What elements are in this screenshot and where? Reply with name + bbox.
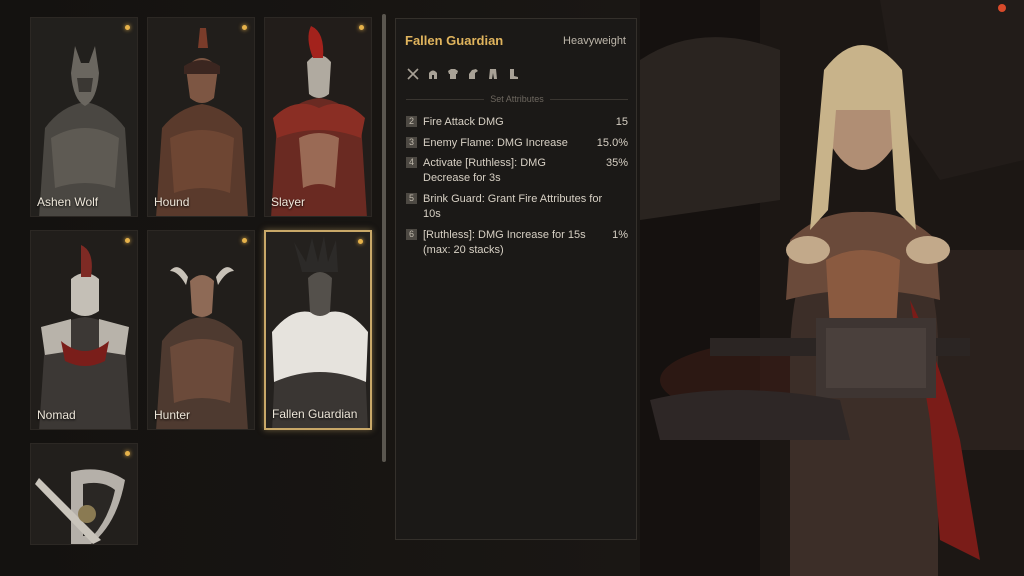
gloves-icon — [469, 69, 478, 79]
new-indicator-dot — [125, 451, 130, 456]
set-attribute-row: 6 [Ruthless]: DMG Increase for 15s (max:… — [406, 228, 628, 260]
new-indicator-dot — [359, 25, 364, 30]
attribute-value: 15 — [615, 116, 628, 128]
set-name: Fallen Guardian — [405, 33, 504, 48]
new-indicator-dot — [125, 238, 130, 243]
new-indicator-dot — [358, 239, 363, 244]
character-model-render — [640, 0, 1024, 576]
hunter-portrait — [148, 231, 254, 429]
card-name: Fallen Guardian — [272, 407, 358, 421]
piece-count-badge: 5 — [406, 193, 417, 204]
character-preview[interactable] — [640, 0, 1024, 576]
piece-count-badge: 3 — [406, 137, 417, 148]
boots-icon — [510, 69, 518, 79]
card-name: Hound — [154, 195, 190, 209]
card-name: Slayer — [271, 195, 306, 209]
weapon-emblem-portrait — [31, 444, 137, 544]
set-attribute-row: 3 Enemy Flame: DMG Increase 15.0% — [406, 136, 628, 152]
armor-card-ashen-wolf[interactable]: Ashen Wolf — [30, 17, 138, 217]
nomad-portrait — [31, 231, 137, 429]
armor-card-slayer[interactable]: Slayer — [264, 17, 372, 217]
fallen-guardian-portrait — [266, 232, 370, 428]
set-attributes-header: Set Attributes — [406, 94, 628, 104]
set-weight-class: Heavyweight — [563, 35, 626, 47]
attribute-value: 1% — [612, 229, 628, 241]
new-indicator-dot — [242, 25, 247, 30]
card-name: Nomad — [37, 408, 76, 422]
attribute-value: 35% — [605, 157, 628, 169]
new-indicator-dot — [125, 25, 130, 30]
armor-card-hunter[interactable]: Hunter — [147, 230, 255, 430]
ashen-wolf-portrait — [31, 18, 137, 216]
set-attribute-row: 5 Brink Guard: Grant Fire Attributes for… — [406, 192, 628, 224]
attribute-text: Activate [Ruthless]: DMG Decrease for 3s — [423, 157, 546, 184]
attribute-value: 15.0% — [596, 137, 628, 149]
attribute-text: Brink Guard: Grant Fire Attributes for 1… — [423, 193, 603, 220]
set-attribute-row: 4 Activate [Ruthless]: DMG Decrease for … — [406, 156, 628, 188]
pants-icon — [489, 69, 497, 79]
armor-card-nomad[interactable]: Nomad — [30, 230, 138, 430]
piece-count-badge: 2 — [406, 116, 417, 127]
helmet-icon — [429, 70, 437, 79]
set-attribute-panel: Fallen Guardian Heavyweight Set Attribut… — [395, 18, 637, 540]
attribute-text: Fire Attack DMG — [423, 116, 504, 128]
card-name: Ashen Wolf — [37, 195, 99, 209]
piece-count-badge: 6 — [406, 229, 417, 240]
armor-card-weapon[interactable] — [30, 443, 138, 545]
card-name: Hunter — [154, 408, 191, 422]
piece-count-badge: 4 — [406, 157, 417, 168]
armor-set-browser: Ashen Wolf Hound Slayer Nomad Hunter Fal… — [0, 0, 640, 576]
attribute-text: [Ruthless]: DMG Increase for 15s (max: 2… — [423, 229, 586, 256]
armor-card-hound[interactable]: Hound — [147, 17, 255, 217]
chest-armor-icon — [448, 69, 458, 79]
new-indicator-dot — [242, 238, 247, 243]
set-pieces-icons — [406, 67, 520, 81]
sword-icon — [407, 68, 419, 80]
set-attribute-row: 2 Fire Attack DMG 15 — [406, 115, 628, 131]
card-list-scrollbar[interactable] — [382, 14, 386, 462]
slayer-portrait — [265, 18, 371, 216]
attribute-text: Enemy Flame: DMG Increase — [423, 137, 568, 149]
armor-card-fallen-guardian[interactable]: Fallen Guardian — [264, 230, 372, 430]
hound-portrait — [148, 18, 254, 216]
